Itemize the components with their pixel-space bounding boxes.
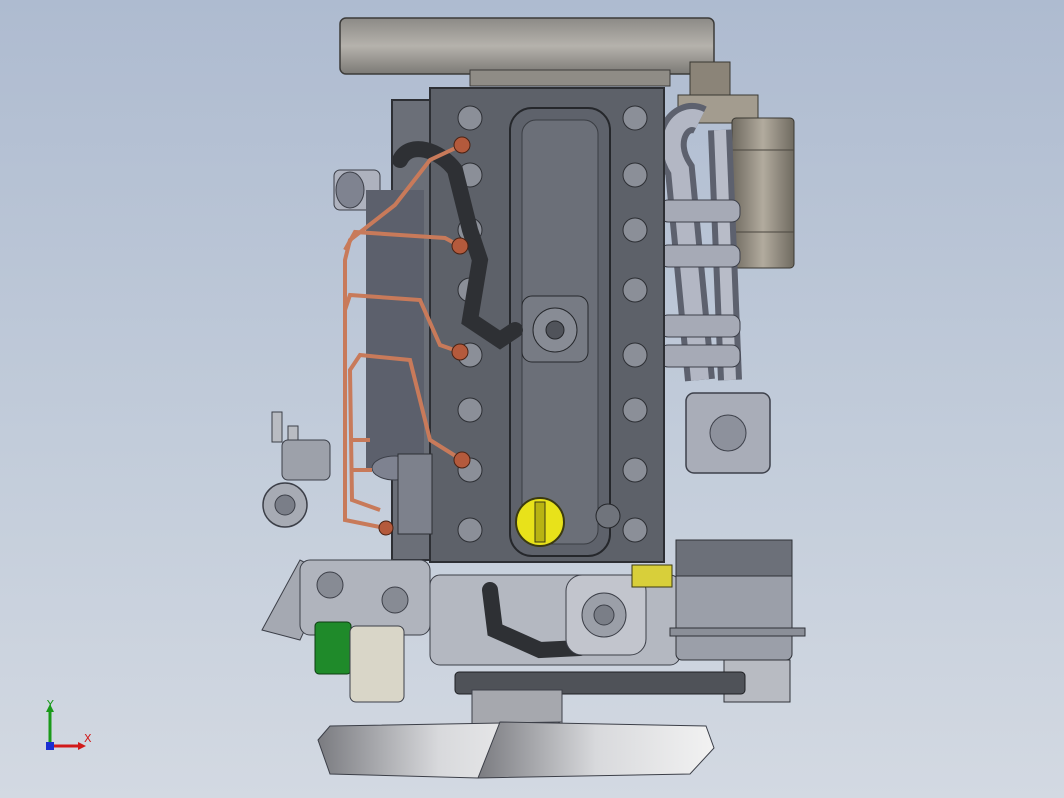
y-axis-label: Y — [47, 698, 54, 711]
axis-triad: X Y — [38, 698, 98, 754]
intake-manifold[interactable] — [333, 169, 433, 535]
top-pulley[interactable] — [339, 17, 715, 87]
valve-cover[interactable] — [509, 107, 621, 557]
cooling-fan[interactable] — [317, 721, 715, 779]
cad-viewport[interactable]: X Y — [0, 0, 1064, 798]
timing-cover[interactable] — [429, 564, 681, 666]
x-axis-label: X — [84, 732, 92, 745]
engine-model[interactable] — [0, 0, 1064, 798]
crank-pulley[interactable] — [454, 671, 746, 727]
